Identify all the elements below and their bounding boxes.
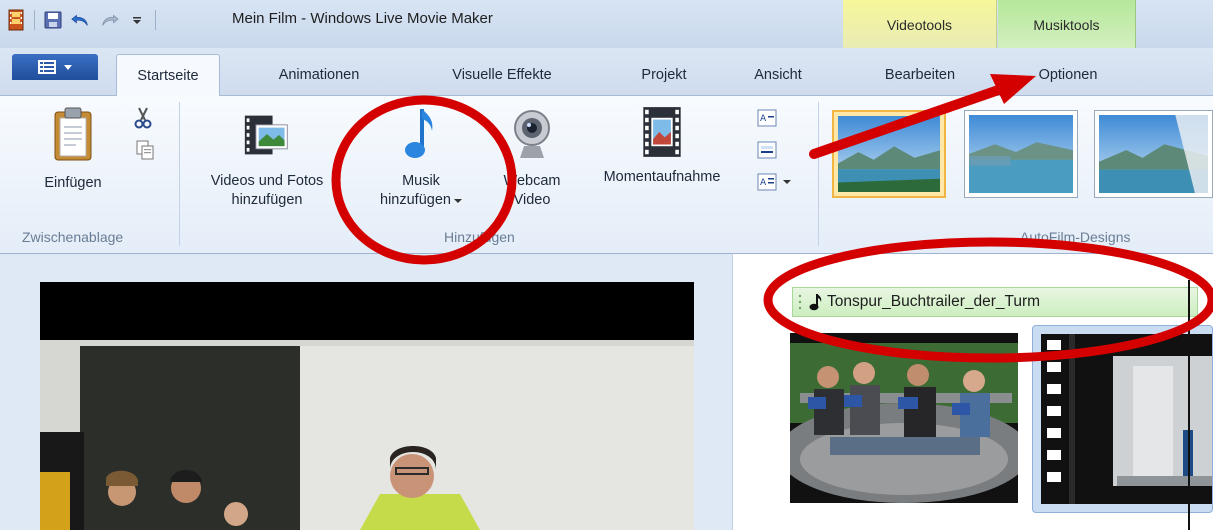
scissors-icon[interactable] [132, 107, 154, 129]
add-videos-label-line2: hinzufügen [231, 192, 303, 208]
context-tab-group-musiktools-label: Musiktools [1033, 17, 1100, 33]
autofilm-design-thumbnail[interactable] [964, 110, 1078, 198]
landscape-thumbnail-image [838, 116, 940, 192]
tab-optionen[interactable]: Optionen [1010, 54, 1126, 96]
clip-thumbnail-image [790, 333, 1018, 503]
tab-ansicht[interactable]: Ansicht [740, 54, 816, 96]
group-label-hinzufuegen: Hinzufügen [444, 229, 515, 245]
add-videos-label-line1: Videos und Fotos [210, 173, 324, 189]
tab-animationen[interactable]: Animationen [262, 54, 376, 96]
ribbon-startseite: Einfügen Zwischenablage Videos und Fotos… [0, 96, 1213, 254]
chevron-down-icon[interactable] [453, 198, 462, 204]
chevron-down-icon [64, 65, 72, 70]
storyboard-clip-selected[interactable] [1032, 325, 1213, 513]
title-bar: Mein Film - Windows Live Movie Maker Vid… [0, 0, 1213, 48]
tab-startseite[interactable]: Startseite [116, 54, 220, 97]
drag-handle-icon [798, 294, 802, 310]
paste-button-label: Einfügen [44, 175, 102, 191]
clip-thumbnail-image [1041, 334, 1212, 504]
autofilm-design-thumbnail[interactable] [1094, 110, 1213, 198]
ribbon-tab-row: Startseite Animationen Visuelle Effekte … [0, 48, 1213, 144]
group-divider [179, 102, 180, 246]
application-menu-button[interactable] [12, 54, 98, 80]
playback-position-indicator[interactable] [1188, 280, 1190, 530]
webcam-label-line2: Video [513, 192, 551, 208]
redo-icon[interactable] [99, 10, 119, 30]
group-label-autofilm-designs: AutoFilm-Designs [1020, 229, 1131, 245]
context-tab-group-videotools-label: Videotools [886, 17, 953, 33]
tab-bearbeiten[interactable]: Bearbeiten [858, 54, 982, 96]
movie-maker-app-icon[interactable] [6, 9, 26, 31]
tab-projekt[interactable]: Projekt [626, 54, 702, 96]
toolbar-divider [34, 10, 35, 30]
group-label-zwischenablage: Zwischenablage [22, 229, 124, 245]
group-divider [818, 102, 819, 246]
svg-text:A: A [760, 178, 767, 188]
undo-icon[interactable] [71, 10, 91, 30]
add-credits-icon[interactable]: A [756, 172, 778, 192]
copy-icon[interactable] [134, 140, 156, 160]
add-music-label-line1: Musik [402, 173, 440, 189]
paste-button[interactable]: Einfügen [18, 106, 128, 193]
music-track-label: Tonspur_Buchtrailer_der_Turm [827, 293, 1041, 310]
storyboard-clip[interactable] [790, 333, 1018, 503]
add-music-label-line2: hinzufügen [380, 192, 451, 208]
toolbar-divider [155, 10, 156, 30]
add-title-icon[interactable]: A [756, 108, 778, 128]
movie-maker-window: Mein Film - Windows Live Movie Maker Vid… [0, 0, 1213, 530]
landscape-thumbnail-image [1099, 115, 1208, 193]
snapshot-button[interactable]: Momentaufnahme [574, 100, 750, 187]
autofilm-design-thumbnail[interactable] [832, 110, 946, 198]
add-music-button[interactable]: Musik hinzufügen [358, 106, 484, 210]
add-caption-icon[interactable] [756, 140, 778, 160]
tab-visuelle-effekte[interactable]: Visuelle Effekte [430, 54, 574, 96]
window-title: Mein Film - Windows Live Movie Maker [232, 10, 493, 27]
app-menu-icon [38, 60, 56, 74]
customize-toolbar-icon[interactable] [127, 10, 147, 30]
context-tab-group-video: Videotools [843, 0, 997, 48]
video-preview[interactable] [40, 282, 694, 530]
music-track-item[interactable]: Tonspur_Buchtrailer_der_Turm [792, 287, 1198, 317]
videos-photos-icon [243, 106, 291, 164]
video-frame-image [40, 282, 694, 530]
add-videos-photos-button[interactable]: Videos und Fotos hinzufügen [192, 106, 342, 210]
svg-text:A: A [760, 114, 767, 124]
context-tab-group-music: Musiktools [998, 0, 1136, 48]
chevron-down-icon[interactable] [780, 172, 794, 192]
webcam-icon [508, 106, 556, 164]
snapshot-icon [638, 100, 686, 164]
quick-access-toolbar [6, 8, 156, 32]
snapshot-label: Momentaufnahme [603, 169, 721, 185]
music-note-icon [397, 106, 445, 164]
save-icon[interactable] [43, 10, 63, 30]
webcam-video-button[interactable]: Webcam Video [490, 106, 574, 210]
webcam-label-line1: Webcam [503, 173, 561, 189]
clipboard-icon [49, 106, 97, 164]
music-note-icon [809, 294, 822, 311]
landscape-thumbnail-image [969, 115, 1073, 193]
